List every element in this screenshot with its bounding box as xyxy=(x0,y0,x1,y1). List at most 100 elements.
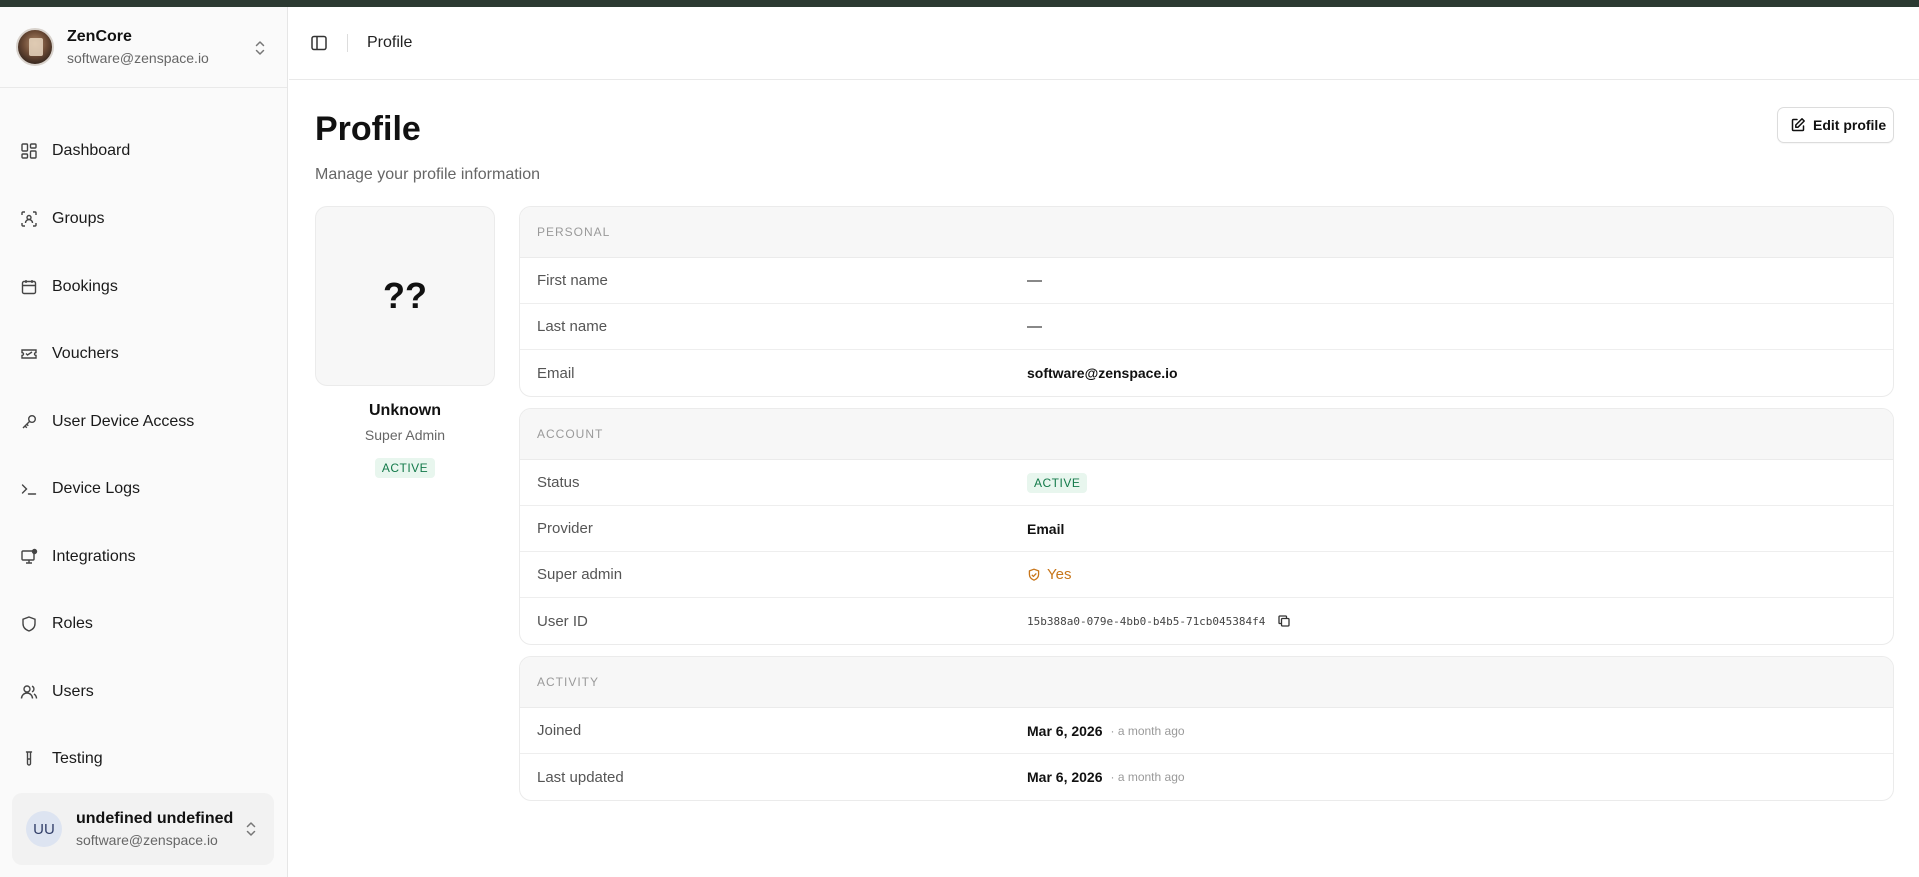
sidebar-item-label: User Device Access xyxy=(52,413,195,430)
field-label: First name xyxy=(537,272,608,289)
joined-row: Joined Mar 6, 2026 · a month ago xyxy=(520,708,1893,754)
card-heading: ACTIVITY xyxy=(520,657,1893,708)
sidebar-item-bookings[interactable]: Bookings xyxy=(8,267,280,307)
joined-relative: · a month ago xyxy=(1110,723,1185,738)
last-name-row: Last name — xyxy=(520,304,1893,350)
profile-status-wrap: ACTIVE xyxy=(315,458,495,478)
sidebar-item-label: Bookings xyxy=(52,278,118,295)
profile-name: Unknown xyxy=(369,402,441,419)
joined-value: Mar 6, 2026 · a month ago xyxy=(1027,723,1185,739)
header-divider xyxy=(347,34,348,52)
field-label: Joined xyxy=(537,722,582,739)
first-name-row: First name — xyxy=(520,258,1893,304)
dashboard-icon xyxy=(21,143,37,159)
joined-date: Mar 6, 2026 xyxy=(1027,722,1103,739)
field-label: Status xyxy=(537,474,580,491)
page-title: Profile xyxy=(315,110,421,148)
groups-icon xyxy=(21,211,37,227)
sidebar-toggle-icon[interactable] xyxy=(309,33,329,53)
user-email: software@zenspace.io xyxy=(76,832,218,848)
shield-icon xyxy=(22,616,36,632)
user-id-row: User ID 15b388a0-079e-4bb0-b4b5-71cb0453… xyxy=(520,598,1893,644)
field-label: Provider xyxy=(537,520,593,537)
sidebar-item-label: Users xyxy=(52,683,94,700)
chevrons-up-down-icon xyxy=(255,41,265,55)
sidebar-item-label: Roles xyxy=(52,615,93,632)
workspace-email: software@zenspace.io xyxy=(67,50,209,66)
last-name-value: — xyxy=(1027,318,1042,335)
user-text: undefined undefined software@zenspace.io xyxy=(76,809,233,849)
sidebar-item-groups[interactable]: Groups xyxy=(8,199,280,239)
personal-card: PERSONAL First name — Last name — Email … xyxy=(519,206,1894,397)
sidebar-item-users[interactable]: Users xyxy=(8,672,280,712)
top-header: Profile xyxy=(289,7,1919,80)
copy-icon[interactable] xyxy=(1277,614,1291,628)
sidebar-item-label: Testing xyxy=(52,750,103,767)
shield-check-icon xyxy=(1028,568,1040,581)
sidebar-item-device-logs[interactable]: Device Logs xyxy=(8,469,280,509)
edit-icon xyxy=(1791,118,1805,132)
profile-avatar: ?? xyxy=(315,206,495,386)
super-admin-text: Yes xyxy=(1047,566,1072,583)
top-accent-bar xyxy=(0,0,1919,7)
ticket-icon xyxy=(21,349,37,359)
card-heading: PERSONAL xyxy=(520,207,1893,258)
provider-value: Email xyxy=(1027,520,1065,537)
breadcrumb: Profile xyxy=(367,34,413,51)
first-name-value: — xyxy=(1027,272,1042,289)
sidebar: ZenCore software@zenspace.io Dashboard G… xyxy=(0,7,288,877)
field-label: User ID xyxy=(537,612,588,630)
sidebar-item-integrations[interactable]: Integrations xyxy=(8,537,280,577)
key-icon xyxy=(22,415,36,429)
super-admin-row: Super admin Yes xyxy=(520,552,1893,598)
activity-card: ACTIVITY Joined Mar 6, 2026 · a month ag… xyxy=(519,656,1894,801)
field-label: Email xyxy=(537,364,575,382)
user-id-text: 15b388a0-079e-4bb0-b4b5-71cb045384f4 xyxy=(1027,614,1266,628)
edit-profile-button[interactable]: Edit profile xyxy=(1777,107,1894,143)
sidebar-item-label: Integrations xyxy=(52,548,136,565)
sidebar-item-label: Dashboard xyxy=(52,142,131,159)
status-badge: ACTIVE xyxy=(1027,472,1088,493)
updated-value: Mar 6, 2026 · a month ago xyxy=(1027,769,1185,785)
email-row: Email software@zenspace.io xyxy=(520,350,1893,396)
email-value: software@zenspace.io xyxy=(1027,365,1178,381)
status-value: ACTIVE xyxy=(1027,472,1088,493)
sidebar-item-dashboard[interactable]: Dashboard xyxy=(8,131,280,171)
calendar-icon xyxy=(21,280,37,295)
card-heading: ACCOUNT xyxy=(520,409,1893,460)
profile-role: Super Admin xyxy=(364,427,446,443)
field-label: Last updated xyxy=(537,768,624,786)
sidebar-item-label: Device Logs xyxy=(52,480,141,497)
field-label: Super admin xyxy=(537,566,623,583)
terminal-icon xyxy=(21,484,37,495)
provider-row: Provider Email xyxy=(520,506,1893,552)
updated-row: Last updated Mar 6, 2026 · a month ago xyxy=(520,754,1893,800)
sidebar-item-user-device-access[interactable]: User Device Access xyxy=(8,402,280,442)
super-admin-value: Yes xyxy=(1027,566,1071,583)
workspace-logo xyxy=(16,28,54,66)
monitor-icon xyxy=(21,548,38,564)
status-badge: ACTIVE xyxy=(374,458,436,478)
sidebar-item-roles[interactable]: Roles xyxy=(8,604,280,644)
sidebar-item-label: Groups xyxy=(52,210,105,227)
updated-relative: · a month ago xyxy=(1110,770,1185,784)
workspace-text: ZenCore software@zenspace.io xyxy=(67,27,209,67)
field-label: Last name xyxy=(537,318,608,335)
edit-profile-label: Edit profile xyxy=(1813,117,1887,133)
user-id-value: 15b388a0-079e-4bb0-b4b5-71cb045384f4 xyxy=(1027,614,1291,628)
status-row: Status ACTIVE xyxy=(520,460,1893,506)
sidebar-item-testing[interactable]: Testing xyxy=(8,739,280,779)
updated-date: Mar 6, 2026 xyxy=(1027,769,1103,785)
sidebar-item-label: Vouchers xyxy=(52,345,119,362)
account-card: ACCOUNT Status ACTIVE Provider Email Sup… xyxy=(519,408,1894,645)
user-menu[interactable]: UU undefined undefined software@zenspace… xyxy=(12,793,274,865)
workspace-switcher[interactable]: ZenCore software@zenspace.io xyxy=(0,7,287,88)
workspace-name: ZenCore xyxy=(67,28,132,45)
chevrons-up-down-icon xyxy=(246,822,256,836)
avatar: UU xyxy=(26,811,62,847)
test-tube-icon xyxy=(25,751,33,766)
sidebar-item-vouchers[interactable]: Vouchers xyxy=(8,334,280,374)
users-icon xyxy=(20,685,38,699)
page-subtitle: Manage your profile information xyxy=(315,166,541,183)
user-name: undefined undefined xyxy=(76,810,234,827)
